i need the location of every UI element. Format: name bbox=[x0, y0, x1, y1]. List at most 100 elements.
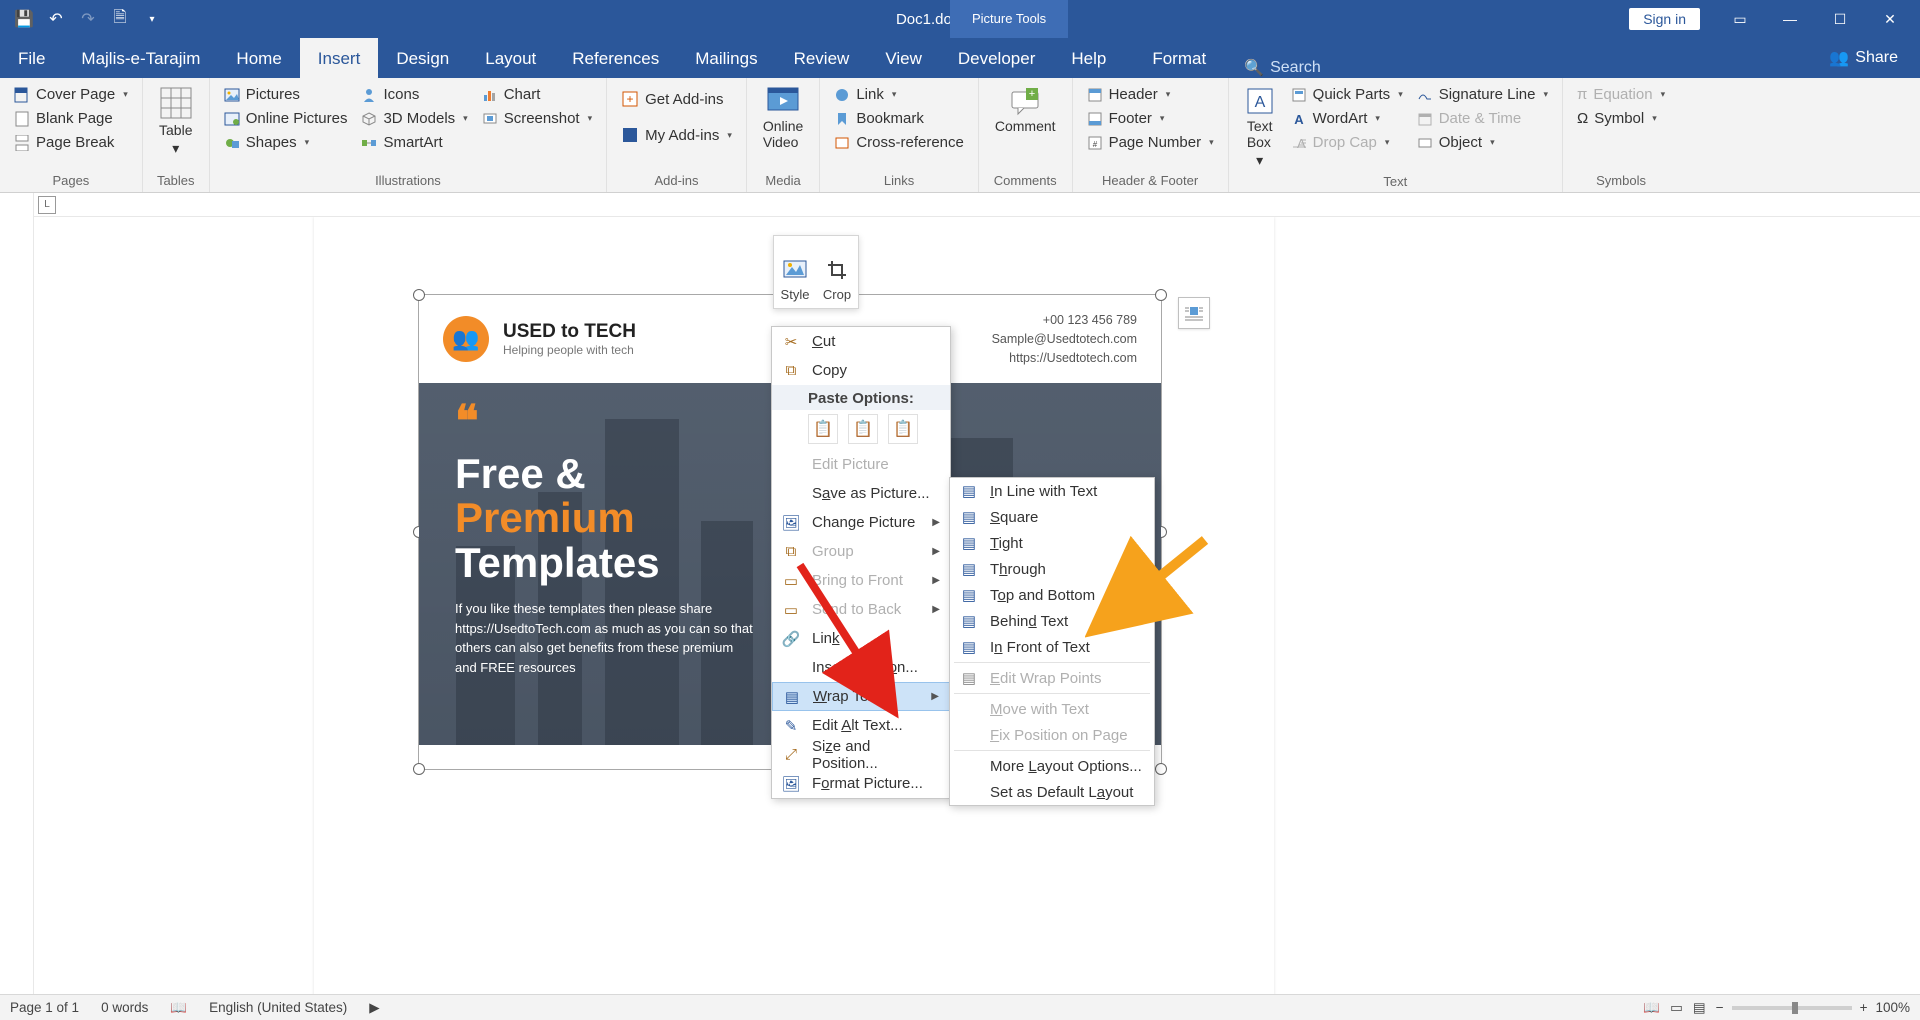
tab-view[interactable]: View bbox=[867, 38, 940, 78]
page-number-button[interactable]: #Page Number▾ bbox=[1083, 132, 1218, 153]
cm-edit-alt-text[interactable]: ✎Edit Alt Text... bbox=[772, 711, 950, 740]
print-preview-icon[interactable]: 🗎 bbox=[106, 5, 134, 33]
cm-link[interactable]: 🔗Link bbox=[772, 624, 950, 653]
view-read-icon[interactable]: 📖 bbox=[1643, 1000, 1660, 1016]
wrap-front[interactable]: ▤In Front of Text bbox=[950, 634, 1154, 660]
resize-handle[interactable] bbox=[1155, 289, 1167, 301]
horizontal-ruler[interactable]: L bbox=[34, 193, 1920, 217]
equation-button[interactable]: πEquation▾ bbox=[1573, 84, 1669, 105]
get-addins-button[interactable]: +Get Add-ins bbox=[617, 88, 736, 110]
table-button[interactable]: Table▾ bbox=[153, 84, 199, 159]
zoom-slider[interactable] bbox=[1732, 1006, 1852, 1010]
zoom-control[interactable]: − + 100% bbox=[1716, 1000, 1910, 1015]
object-button[interactable]: Object▾ bbox=[1413, 132, 1552, 153]
tab-selector[interactable]: L bbox=[38, 196, 56, 214]
sign-in-button[interactable]: Sign in bbox=[1629, 8, 1700, 30]
cm-wrap-text[interactable]: ▤Wrap Text▶ bbox=[772, 682, 950, 711]
header-button[interactable]: Header▾ bbox=[1083, 84, 1218, 105]
paste-picture-icon[interactable]: 📋 bbox=[888, 414, 918, 444]
close-icon[interactable]: ✕ bbox=[1866, 0, 1914, 38]
tab-design[interactable]: Design bbox=[378, 38, 467, 78]
icons-button[interactable]: Icons bbox=[357, 84, 471, 105]
minimize-icon[interactable]: — bbox=[1766, 0, 1814, 38]
symbol-button[interactable]: ΩSymbol▾ bbox=[1573, 108, 1669, 129]
qat-dropdown-icon[interactable]: ▾ bbox=[138, 5, 166, 33]
pictures-button[interactable]: Pictures bbox=[220, 84, 352, 105]
wrap-set-default[interactable]: Set as Default Layout bbox=[950, 779, 1154, 805]
status-words[interactable]: 0 words bbox=[101, 1000, 148, 1015]
tab-help[interactable]: Help bbox=[1053, 38, 1124, 78]
tab-mailings[interactable]: Mailings bbox=[677, 38, 775, 78]
status-language[interactable]: English (United States) bbox=[209, 1000, 347, 1015]
save-icon[interactable]: 💾 bbox=[10, 5, 38, 33]
view-web-icon[interactable]: ▤ bbox=[1693, 1000, 1706, 1016]
wrap-more-options[interactable]: More Layout Options... bbox=[950, 753, 1154, 779]
drop-cap-button[interactable]: ADrop Cap▾ bbox=[1287, 132, 1407, 153]
paste-merge-icon[interactable]: 📋 bbox=[848, 414, 878, 444]
tell-me-search[interactable]: 🔍 Search bbox=[1244, 58, 1321, 78]
zoom-level[interactable]: 100% bbox=[1875, 1000, 1910, 1015]
tab-review[interactable]: Review bbox=[776, 38, 868, 78]
shapes-button[interactable]: Shapes▾ bbox=[220, 132, 352, 153]
online-video-button[interactable]: Online Video bbox=[757, 84, 809, 152]
cm-change-picture[interactable]: 🖼Change Picture▶ bbox=[772, 508, 950, 537]
cover-page-button[interactable]: Cover Page▾ bbox=[10, 84, 132, 105]
wrap-square[interactable]: ▤Square bbox=[950, 504, 1154, 530]
tab-custom[interactable]: Majlis-e-Tarajim bbox=[63, 38, 218, 78]
crop-button[interactable]: Crop bbox=[816, 236, 858, 308]
signature-line-button[interactable]: Signature Line▾ bbox=[1413, 84, 1552, 105]
smartart-button[interactable]: SmartArt bbox=[357, 132, 471, 153]
tab-file[interactable]: File bbox=[0, 38, 63, 78]
my-addins-button[interactable]: My Add-ins▾ bbox=[617, 124, 736, 146]
undo-icon[interactable]: ↶ bbox=[42, 5, 70, 33]
wordart-button[interactable]: AWordArt▾ bbox=[1287, 108, 1407, 129]
wrap-tight[interactable]: ▤Tight bbox=[950, 530, 1154, 556]
paste-keep-source-icon[interactable]: 📋 bbox=[808, 414, 838, 444]
share-button[interactable]: 👥 Share bbox=[1807, 38, 1920, 78]
zoom-out-icon[interactable]: − bbox=[1716, 1000, 1724, 1015]
3d-models-button[interactable]: 3D Models▾ bbox=[357, 108, 471, 129]
screenshot-button[interactable]: Screenshot▾ bbox=[478, 108, 596, 129]
status-spell-icon[interactable]: 📖 bbox=[170, 1000, 187, 1016]
picture-style-button[interactable]: Style bbox=[774, 236, 816, 308]
footer-button[interactable]: Footer▾ bbox=[1083, 108, 1218, 129]
chart-button[interactable]: Chart bbox=[478, 84, 596, 105]
cm-save-as-picture[interactable]: Save as Picture... bbox=[772, 479, 950, 508]
link-button[interactable]: Link▾ bbox=[830, 84, 968, 105]
date-time-button[interactable]: Date & Time bbox=[1413, 108, 1552, 129]
view-print-icon[interactable]: ▭ bbox=[1670, 1000, 1683, 1016]
tab-references[interactable]: References bbox=[554, 38, 677, 78]
cm-size-position[interactable]: ⤢Size and Position... bbox=[772, 740, 950, 769]
blank-page-button[interactable]: Blank Page bbox=[10, 108, 132, 129]
tab-developer[interactable]: Developer bbox=[940, 38, 1054, 78]
resize-handle[interactable] bbox=[1155, 763, 1167, 775]
tab-insert[interactable]: Insert bbox=[300, 38, 379, 78]
wrap-through[interactable]: ▤Through bbox=[950, 556, 1154, 582]
wrap-behind[interactable]: ▤Behind Text bbox=[950, 608, 1154, 634]
redo-icon[interactable]: ↷ bbox=[74, 5, 102, 33]
resize-handle[interactable] bbox=[413, 289, 425, 301]
cm-insert-caption[interactable]: Insert Caption... bbox=[772, 653, 950, 682]
page-break-button[interactable]: Page Break bbox=[10, 132, 132, 153]
ribbon-display-options-icon[interactable]: ▭ bbox=[1716, 0, 1764, 38]
tab-format[interactable]: Format bbox=[1134, 38, 1224, 78]
wrap-top-bottom[interactable]: ▤Top and Bottom bbox=[950, 582, 1154, 608]
status-page[interactable]: Page 1 of 1 bbox=[10, 1000, 79, 1015]
vertical-ruler[interactable] bbox=[0, 193, 34, 994]
layout-options-button[interactable] bbox=[1178, 297, 1210, 329]
status-macro-icon[interactable]: ▶ bbox=[369, 1000, 379, 1016]
cross-reference-button[interactable]: Cross-reference bbox=[830, 132, 968, 153]
cm-cut[interactable]: ✂Cut bbox=[772, 327, 950, 356]
tab-layout[interactable]: Layout bbox=[467, 38, 554, 78]
resize-handle[interactable] bbox=[413, 763, 425, 775]
zoom-in-icon[interactable]: + bbox=[1860, 1000, 1868, 1015]
tab-home[interactable]: Home bbox=[218, 38, 299, 78]
wrap-inline[interactable]: ▤In Line with Text bbox=[950, 478, 1154, 504]
maximize-icon[interactable]: ☐ bbox=[1816, 0, 1864, 38]
cm-format-picture[interactable]: 🖼Format Picture... bbox=[772, 769, 950, 798]
bookmark-button[interactable]: Bookmark bbox=[830, 108, 968, 129]
online-pictures-button[interactable]: Online Pictures bbox=[220, 108, 352, 129]
text-box-button[interactable]: A Text Box▾ bbox=[1239, 84, 1281, 171]
comment-button[interactable]: + Comment bbox=[989, 84, 1062, 136]
cm-copy[interactable]: ⧉Copy bbox=[772, 356, 950, 385]
